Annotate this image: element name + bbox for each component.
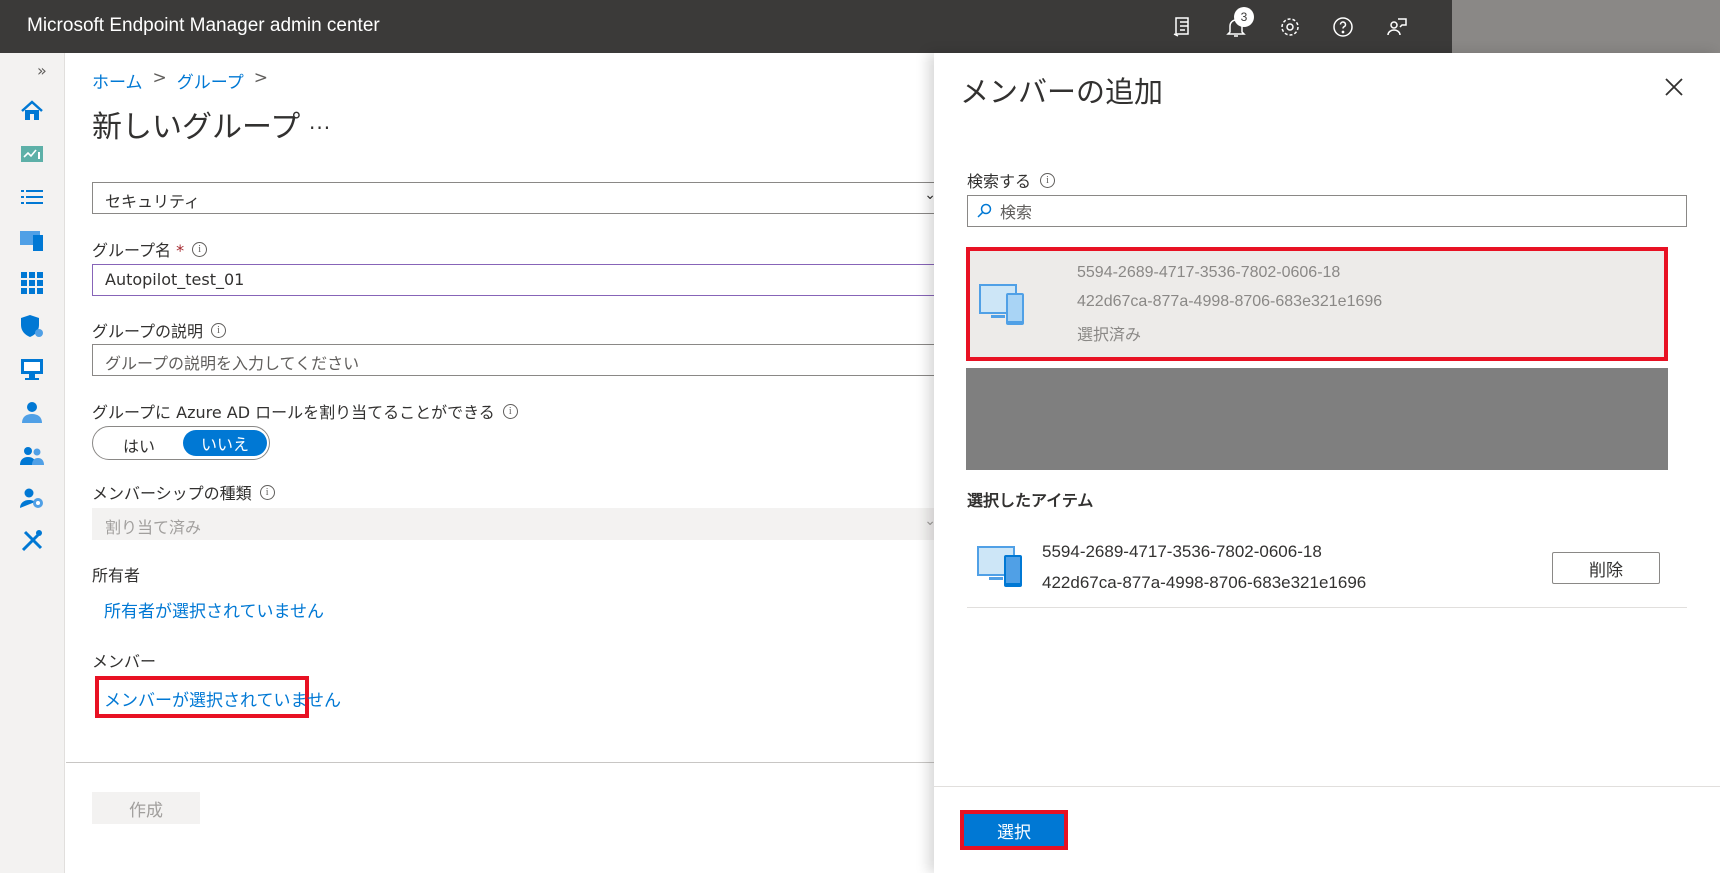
search-icon [977,203,992,218]
membership-type-label: メンバーシップの種類 i [92,480,275,504]
add-members-panel: メンバーの追加 検索する i 検索 5594-2689-4717-3536-78… [934,53,1720,873]
members-label: メンバー [92,652,157,671]
app-title[interactable]: Microsoft Endpoint Manager admin center [27,15,380,37]
toggle-no[interactable]: いいえ [183,430,267,456]
endpoint-security-icon[interactable] [18,312,46,340]
feedback-device-icon[interactable] [1168,12,1198,42]
reports-icon[interactable] [18,355,46,383]
group-name-input[interactable]: Autopilot_test_01 [92,264,935,296]
group-name-label: グループ名 * i [92,237,208,261]
search-label: 検索する i [967,168,1056,192]
tenant-admin-icon[interactable] [18,484,46,512]
breadcrumb-home[interactable]: ホーム [92,68,143,93]
left-nav: » [0,53,65,873]
home-icon[interactable] [18,97,46,125]
group-type-dropdown[interactable]: セキュリティ ⌄ [92,182,936,214]
breadcrumb-separator: > [152,68,167,88]
info-icon[interactable]: i [1040,172,1056,188]
description-input[interactable]: グループの説明を入力してください [92,344,935,376]
result-highlight [966,247,1668,361]
breadcrumb-separator: > [253,68,268,88]
toggle-yes[interactable]: はい [123,433,155,457]
notification-badge: 3 [1234,7,1254,27]
divider [66,762,934,763]
panel-title: メンバーの追加 [960,75,1164,109]
selected-items-heading: 選択したアイテム [967,491,1094,510]
members-link[interactable]: メンバーが選択されていません [104,686,341,711]
description-label: グループの説明 i [92,318,227,342]
membership-type-dropdown: 割り当て済み ⌄ [92,508,936,540]
breadcrumb: ホーム > グループ > [92,68,268,93]
azure-role-toggle[interactable]: はい いいえ [92,426,270,460]
devices-icon[interactable] [18,226,46,254]
owners-label: 所有者 [92,566,141,585]
selected-line2: 422d67ca-877a-4998-8706-683e321e1696 [1042,573,1367,592]
redacted-block [966,368,1668,470]
help-icon[interactable] [1328,12,1358,42]
all-services-icon[interactable] [18,183,46,211]
users-icon[interactable] [18,398,46,426]
select-button[interactable]: 選択 [964,814,1064,846]
apps-icon[interactable] [18,269,46,297]
device-icon [977,546,1022,587]
search-input[interactable]: 検索 [967,195,1687,227]
info-icon[interactable]: i [192,241,208,257]
azure-role-label: グループに Azure AD ロールを割り当てることができる i [92,399,518,423]
more-options-icon[interactable]: ... [309,110,331,134]
account-area[interactable] [1452,0,1720,53]
group-type-value: セキュリティ [105,192,201,211]
create-button: 作成 [92,792,200,824]
feedback-person-icon[interactable] [1382,12,1412,42]
selected-line1: 5594-2689-4717-3536-7802-0606-18 [1042,542,1322,561]
divider [967,607,1687,608]
expand-nav-icon[interactable]: » [37,61,47,80]
search-placeholder: 検索 [1000,203,1033,222]
info-icon[interactable]: i [502,403,518,419]
top-bar: Microsoft Endpoint Manager admin center … [0,0,1720,53]
membership-type-value: 割り当て済み [105,518,202,537]
dashboard-icon[interactable] [18,140,46,168]
troubleshooting-icon[interactable] [18,527,46,555]
info-icon[interactable]: i [211,322,227,338]
delete-button[interactable]: 削除 [1552,552,1660,584]
close-icon[interactable] [1660,73,1688,101]
groups-icon[interactable] [18,441,46,469]
info-icon[interactable]: i [259,484,275,500]
owners-link[interactable]: 所有者が選択されていません [104,597,324,622]
required-marker: * [176,241,185,260]
gear-icon[interactable] [1275,12,1305,42]
divider [934,786,1720,787]
page-title: 新しいグループ [92,110,301,145]
breadcrumb-groups[interactable]: グループ [177,68,244,93]
